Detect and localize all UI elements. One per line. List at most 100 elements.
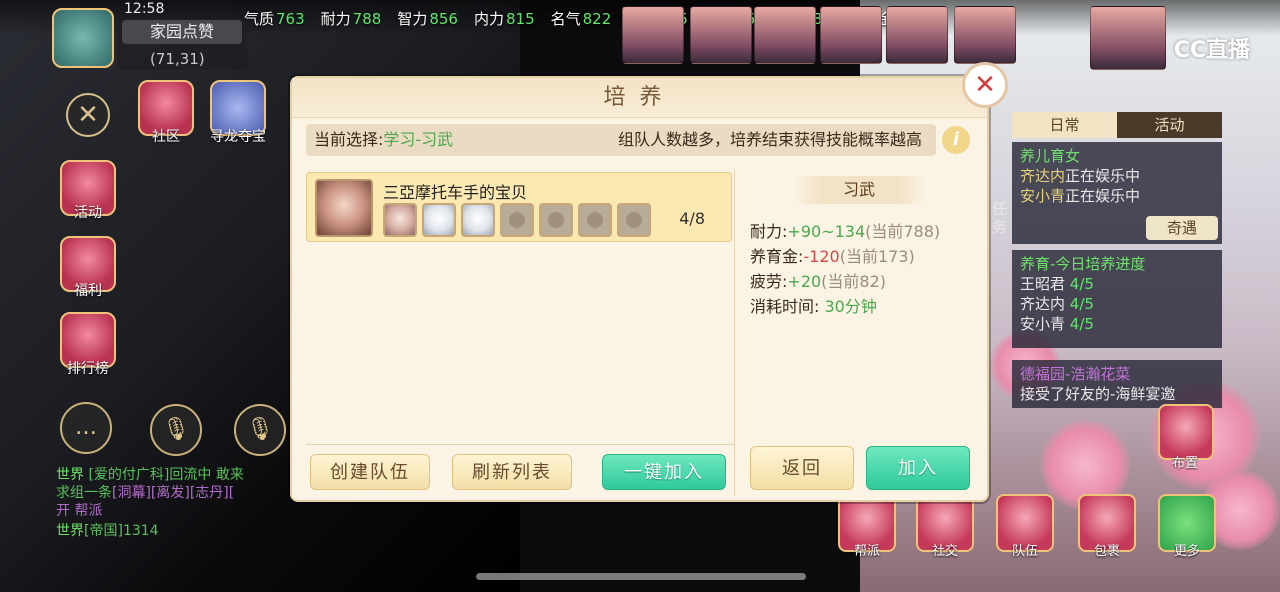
stat-item: 名气 822 <box>551 8 612 29</box>
stat-item: 内力 815 <box>474 8 535 29</box>
progress-name: 齐达内 <box>1020 295 1066 313</box>
current-selection: 当前选择:学习-习武 <box>314 124 453 156</box>
task-title: 养育-今日培养进度 <box>1020 255 1146 273</box>
member-slot-empty <box>578 203 612 237</box>
stat-value: 822 <box>582 10 612 28</box>
more-label[interactable]: 更多 <box>1158 540 1216 559</box>
stat-label: 耐力 <box>320 10 351 28</box>
welfare-label[interactable]: 福利 <box>56 280 120 300</box>
voice-icon[interactable]: 🎙 <box>150 404 202 456</box>
member-slot <box>383 203 417 237</box>
leaderboard-label[interactable]: 排行榜 <box>56 358 120 378</box>
stamina-detail: 耐力:+90~134(当前788) <box>750 218 940 242</box>
chat-name: [帝国] <box>84 523 123 539</box>
character-portrait[interactable] <box>754 6 816 64</box>
bag-label[interactable]: 包裹 <box>1078 540 1136 559</box>
dialog-title: 培养 <box>292 78 987 118</box>
horizontal-divider <box>306 444 734 445</box>
close-icon[interactable]: ✕ <box>962 62 1008 108</box>
team-label[interactable]: 队伍 <box>996 540 1054 559</box>
home-title[interactable]: 家园点赞 <box>122 20 242 44</box>
cc-live-logo: CC直播 <box>1173 38 1250 63</box>
player-avatar[interactable] <box>1090 6 1166 70</box>
character-portrait[interactable] <box>820 6 882 64</box>
stat-label: 名气 <box>550 10 581 28</box>
member-slot-empty <box>539 203 573 237</box>
chat-channel-tag: 世界 <box>56 523 84 539</box>
map-icon[interactable] <box>52 8 114 68</box>
encounter-label: 奇遇 <box>1166 219 1197 237</box>
stat-item: 智力 856 <box>397 8 458 29</box>
right-panel-tabs[interactable]: 日常 活动 <box>1012 112 1222 138</box>
decorate-label[interactable]: 布置 <box>1156 452 1214 471</box>
current-selection-value: 学习-习武 <box>383 130 454 149</box>
chat-channel-tag: 世界 <box>56 467 84 483</box>
stat-value: 763 <box>276 10 305 28</box>
stat-item: 耐力 788 <box>321 8 382 29</box>
task-box-progress[interactable]: 养育-今日培养进度 王昭君 4/5 齐达内 4/5 安小青 4/5 <box>1012 250 1222 348</box>
stat-label: 内力 <box>473 10 504 28</box>
chat-message: [洞幕][离发][志丹][ <box>112 485 235 501</box>
stamina-current: (当前788) <box>865 222 941 241</box>
time-label: 消耗时间: <box>750 297 820 316</box>
tab-activity[interactable]: 活动 <box>1117 112 1222 138</box>
chat-message: 开 帮派 <box>56 503 103 519</box>
progress-name: 安小青 <box>1020 315 1066 333</box>
character-portrait[interactable] <box>886 6 948 64</box>
chat-log[interactable]: 世界 [爱的付广科]回流中 敢来 求组一条[洞幕][离发][志丹][ 开 帮派 … <box>56 466 244 540</box>
refresh-list-button[interactable]: 刷新列表 <box>452 454 572 490</box>
social-label[interactable]: 社交 <box>916 540 974 559</box>
chat-message: 1314 <box>122 523 159 539</box>
team-row[interactable]: 三亞摩托车手的宝贝 4/8 <box>306 172 732 242</box>
activity-label[interactable]: 活动 <box>56 202 120 222</box>
stat-label: 智力 <box>397 10 428 28</box>
stat-value: 788 <box>352 10 382 28</box>
gold-detail: 养育金:-120(当前173) <box>750 243 915 267</box>
progress-value: 4/5 <box>1069 315 1094 333</box>
character-portrait[interactable] <box>622 6 684 64</box>
close-menu-button[interactable]: ✕ <box>66 93 110 137</box>
stat-value: 815 <box>505 10 535 28</box>
progress-value: 4/5 <box>1069 295 1094 313</box>
quick-join-button[interactable]: 一键加入 <box>602 454 726 490</box>
gold-value: -120 <box>803 247 840 266</box>
character-portrait[interactable] <box>954 6 1016 64</box>
character-portrait[interactable] <box>690 6 752 64</box>
info-bar: 当前选择:学习-习武 组队人数越多，培养结束获得技能概率越高 <box>306 124 936 156</box>
chat-message: 求组一条 <box>56 485 112 501</box>
fatigue-detail: 疲劳:+20(当前82) <box>750 268 886 292</box>
task-status: 正在娱乐中 <box>1065 187 1141 205</box>
community-label[interactable]: 社区 <box>134 126 198 146</box>
stamina-value: +90~134 <box>787 222 866 241</box>
team-count: 4/8 <box>679 209 705 228</box>
tab-daily[interactable]: 日常 <box>1012 112 1117 138</box>
encounter-button[interactable]: 奇遇 <box>1146 216 1218 240</box>
create-team-button[interactable]: 创建队伍 <box>310 454 430 490</box>
guild-label[interactable]: 帮派 <box>838 540 896 559</box>
fatigue-current: (当前82) <box>821 272 887 291</box>
treasure-hunt-label[interactable]: 寻龙夺宝 <box>206 126 270 146</box>
member-slot-empty <box>500 203 534 237</box>
task-status: 接受了好友的-海鲜宴邀 <box>1020 385 1176 403</box>
task-side-label[interactable]: 任务 <box>992 200 1010 236</box>
gold-label: 养育金: <box>750 247 804 266</box>
back-button[interactable]: 返回 <box>750 446 854 490</box>
stat-value: 856 <box>429 10 458 28</box>
chat-icon[interactable]: … <box>60 402 112 454</box>
fatigue-label: 疲劳: <box>750 272 788 291</box>
team-voice-icon[interactable]: 🎙 <box>234 404 286 456</box>
home-indicator[interactable] <box>476 573 806 580</box>
coordinates: (71,31) <box>150 50 205 68</box>
progress-name: 王昭君 <box>1020 275 1066 293</box>
info-icon[interactable]: i <box>942 126 970 154</box>
tip-text: 组队人数越多，培养结束获得技能概率越高 <box>617 130 922 149</box>
clock: 12:58 <box>124 1 165 17</box>
join-button[interactable]: 加入 <box>866 446 970 490</box>
member-slot-empty <box>617 203 651 237</box>
skill-title: 习武 <box>794 176 924 204</box>
task-name: 齐达内 <box>1020 167 1066 185</box>
fatigue-value: +20 <box>787 272 822 291</box>
task-box-friend[interactable]: 德福园-浩瀚花菜 接受了好友的-海鲜宴邀 <box>1012 360 1222 408</box>
task-name: 安小青 <box>1020 187 1066 205</box>
current-selection-label: 当前选择: <box>314 130 384 149</box>
